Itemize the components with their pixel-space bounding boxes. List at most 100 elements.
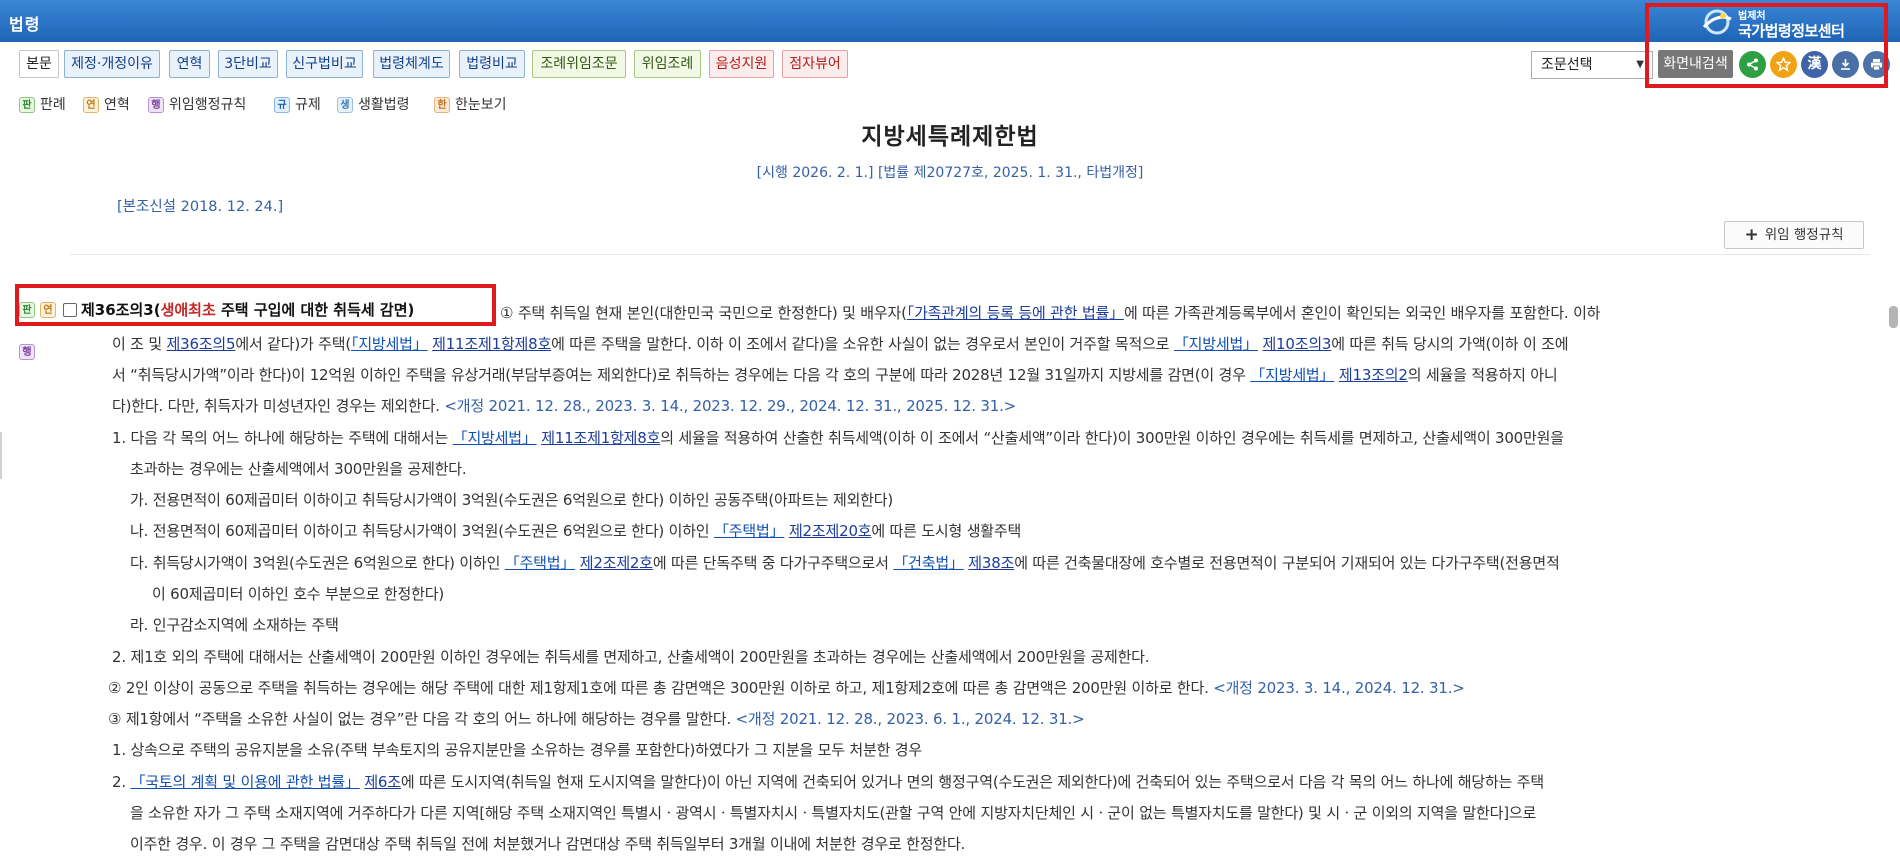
- article-link[interactable]: 제11조: [541, 429, 587, 447]
- text: 에 따른 취득 당시의 가액(이하 이 조에: [1331, 335, 1569, 353]
- text: 이 조 및: [112, 335, 167, 353]
- text: 다. 취득당시가액이 3억원(수도권은 6억원으로 한다) 이하인: [130, 554, 505, 572]
- tab-main-text[interactable]: 본문: [19, 50, 59, 78]
- highlight-frame-toolbar: [1645, 3, 1888, 88]
- tab-delegated-ordinance[interactable]: 위임조례: [634, 50, 701, 78]
- subitem-ga: 가. 전용면적이 60제곱미터 이하이고 취득당시가액이 3억원(수도권은 6억…: [130, 491, 894, 509]
- law-link[interactable]: 「가족관계의 등록 등에 관한 법률」: [907, 304, 1124, 322]
- chevron-down-icon: ▼: [1636, 59, 1644, 70]
- legend-regulation[interactable]: 규 규제: [274, 94, 321, 114]
- text: 의 세율을 적용하여 산출한 취득세액(이하 이 조에서 “산출세액”이라 한다…: [660, 429, 1564, 447]
- article-select[interactable]: 조문선택 ▼: [1531, 51, 1653, 79]
- article-link[interactable]: 제2조: [789, 522, 826, 540]
- delegated-admin-rules-button[interactable]: + 위임 행정규칙: [1724, 221, 1864, 249]
- law-link[interactable]: 「지방세법」: [453, 429, 537, 447]
- article-link[interactable]: 제11조: [432, 335, 478, 353]
- text: 다)한다. 다만, 취득자가 미성년자인 경우는 제외한다.: [112, 397, 445, 415]
- law-enforcement-info: [시행 2026. 2. 1.] [법률 제20727호, 2025. 1. 3…: [756, 165, 1144, 181]
- paragraph-3-item-2-line-2: 을 소유한 자가 그 주택 소재지역에 거주하다가 다른 지역[해당 주택 소재…: [130, 804, 1537, 822]
- revision-note[interactable]: <개정 2021. 12. 28., 2023. 6. 1., 2024. 12…: [736, 710, 1085, 728]
- top-header: 법령 법제처 국가법령정보센터: [0, 0, 1900, 42]
- law-link[interactable]: 「주택법」: [505, 554, 576, 572]
- highlight-frame-article: [15, 284, 496, 326]
- text: 서 “취득당시가액”이라 한다)이 12억원 이하인 주택을 유상거래(부담부증…: [112, 366, 1251, 384]
- subitem-da-line-2: 이 60제곱미터 이하인 호수 부분으로 한정한다): [152, 585, 444, 603]
- legend-label: 규제: [295, 97, 321, 113]
- paragraph-3: ③ 제1항에서 “주택을 소유한 사실이 없는 경우”란 다음 각 호의 어느 …: [108, 708, 1085, 729]
- article-link[interactable]: 제2호: [616, 554, 653, 572]
- text: 에 따른 건축물대장에 호수별로 전용면적이 구분되어 기재되어 있는 다가구주…: [1014, 554, 1560, 572]
- delegated-admin-rules-label: 위임 행정규칙: [1764, 227, 1844, 243]
- legend-label: 생활법령: [358, 97, 410, 113]
- text: 에 따른 가족관계등록부에서 혼인이 확인되는 외국인 배우자를 포함한다. 이…: [1123, 304, 1601, 322]
- article-link[interactable]: 제20호: [826, 522, 872, 540]
- article-link[interactable]: 제1항: [478, 335, 515, 353]
- life-law-tag-icon: 생: [337, 97, 353, 113]
- scrollbar-thumb[interactable]: [1889, 306, 1898, 328]
- article-link[interactable]: 제8호: [624, 429, 661, 447]
- paragraph-1-line-1: ① 주택 취득일 현재 본인(대한민국 국민으로 한정한다) 및 배우자(「가족…: [500, 302, 1600, 323]
- tab-enactment-reason[interactable]: 제정·개정이유: [64, 50, 160, 78]
- text: 의 세율을 적용하지 아니: [1407, 366, 1558, 384]
- law-link[interactable]: 「지방세법」: [351, 335, 428, 353]
- legend-history[interactable]: 연 연혁: [83, 94, 130, 114]
- subitem-na: 나. 전용면적이 60제곱미터 이하이고 취득당시가액이 3억원(수도권은 6억…: [130, 520, 1021, 541]
- article-link[interactable]: 제2조: [580, 554, 617, 572]
- revision-note[interactable]: <개정 2023. 3. 14., 2024. 12. 31.>: [1213, 679, 1465, 697]
- text: 에 따른 단독주택 중 다가구주택으로서: [652, 554, 894, 572]
- tab-voice-support[interactable]: 음성지원: [709, 50, 774, 78]
- tab-law-compare[interactable]: 법령비교: [459, 50, 525, 78]
- side-handle[interactable]: [0, 432, 2, 479]
- case-law-tag-icon: 판: [19, 97, 35, 113]
- legend-life-law[interactable]: 생 생활법령: [337, 94, 410, 114]
- law-link[interactable]: 「국토의 계획 및 이용에 관한 법률」: [130, 773, 359, 791]
- article-link[interactable]: 제36조의5: [167, 335, 236, 353]
- legend-label: 위임행정규칙: [169, 97, 247, 113]
- article-link[interactable]: 제8호: [515, 335, 552, 353]
- text: 2.: [112, 773, 131, 791]
- paragraph-3-item-2-line-3: 이주한 경우. 이 경우 그 주택을 감면대상 주택 취득일 전에 처분했거나 …: [130, 835, 966, 853]
- article-link[interactable]: 제38조: [968, 554, 1014, 572]
- legend-case-law[interactable]: 판 판례: [19, 94, 66, 114]
- regulation-tag-icon: 규: [274, 97, 290, 113]
- legend-label: 판례: [40, 97, 66, 113]
- admin-rule-tag-icon: 행: [148, 97, 164, 113]
- item-1-line-2: 초과하는 경우에는 산출세액에서 300만원을 공제한다.: [130, 460, 467, 478]
- subitem-ra: 라. 인구감소지역에 소재하는 주택: [130, 616, 339, 634]
- text: 에서 같다)가 주택(: [235, 335, 352, 353]
- admin-rule-tag-icon: 행: [19, 343, 35, 360]
- tab-law-structure[interactable]: 법령체계도: [373, 50, 450, 78]
- tab-old-new-compare[interactable]: 신구법비교: [286, 50, 363, 78]
- article-origin-note: [본조신설 2018. 12. 24.]: [117, 199, 284, 215]
- article-select-value: 조문선택: [1541, 57, 1593, 73]
- paragraph-2: ② 2인 이상이 공동으로 주택을 취득하는 경우에는 해당 주택에 대한 제1…: [108, 677, 1465, 698]
- article-link[interactable]: 제1항: [587, 429, 624, 447]
- subitem-da-line-1: 다. 취득당시가액이 3억원(수도권은 6억원으로 한다) 이하인 「주택법」 …: [130, 552, 1560, 573]
- article-link[interactable]: 제10조의3: [1262, 335, 1331, 353]
- article-link[interactable]: 제13조의2: [1339, 366, 1408, 384]
- revision-note[interactable]: <개정 2021. 12. 28., 2023. 3. 14., 2023. 1…: [444, 397, 1016, 415]
- paragraph-1-line-3: 서 “취득당시가액”이라 한다)이 12억원 이하인 주택을 유상거래(부담부증…: [112, 364, 1558, 385]
- item-2: 2. 제1호 외의 주택에 대해서는 산출세액이 200만원 이하인 경우에는 …: [112, 648, 1150, 666]
- paragraph-1-line-4: 다)한다. 다만, 취득자가 미성년자인 경우는 제외한다. <개정 2021.…: [112, 395, 1016, 416]
- article-link[interactable]: 제6조: [364, 773, 401, 791]
- law-title: 지방세특례제한법: [861, 124, 1039, 150]
- law-link[interactable]: 「주택법」: [714, 522, 785, 540]
- text: 1. 다음 각 목의 어느 하나에 해당하는 주택에 대해서는: [112, 429, 453, 447]
- law-link[interactable]: 「지방세법」: [1174, 335, 1258, 353]
- text: 에 따른 주택을 말한다. 이하 이 조에서 같다)을 소유한 사실이 없는 경…: [551, 335, 1174, 353]
- text: 나. 전용면적이 60제곱미터 이하이고 취득당시가액이 3억원(수도권은 6억…: [130, 522, 714, 540]
- legend-overview[interactable]: 한 한눈보기: [434, 94, 507, 114]
- overview-tag-icon: 한: [434, 97, 450, 113]
- law-link[interactable]: 「건축법」: [893, 554, 964, 572]
- tab-three-way-compare[interactable]: 3단비교: [218, 50, 278, 78]
- legend-delegated-rules[interactable]: 행 위임행정규칙: [148, 94, 246, 114]
- tab-braille-viewer[interactable]: 점자뷰어: [782, 50, 848, 78]
- admin-rule-tag[interactable]: 행: [19, 342, 40, 360]
- tab-ordinance-delegation[interactable]: 조례위임조문: [532, 50, 626, 78]
- text: 에 따른 도시지역(취득일 현재 도시지역을 말한다)이 아닌 지역에 건축되어…: [400, 773, 1544, 791]
- law-link[interactable]: 「지방세법」: [1250, 366, 1334, 384]
- tab-history[interactable]: 연혁: [169, 50, 210, 78]
- legend-label: 연혁: [104, 97, 130, 113]
- item-1-line-1: 1. 다음 각 목의 어느 하나에 해당하는 주택에 대해서는 「지방세법」 제…: [112, 427, 1564, 448]
